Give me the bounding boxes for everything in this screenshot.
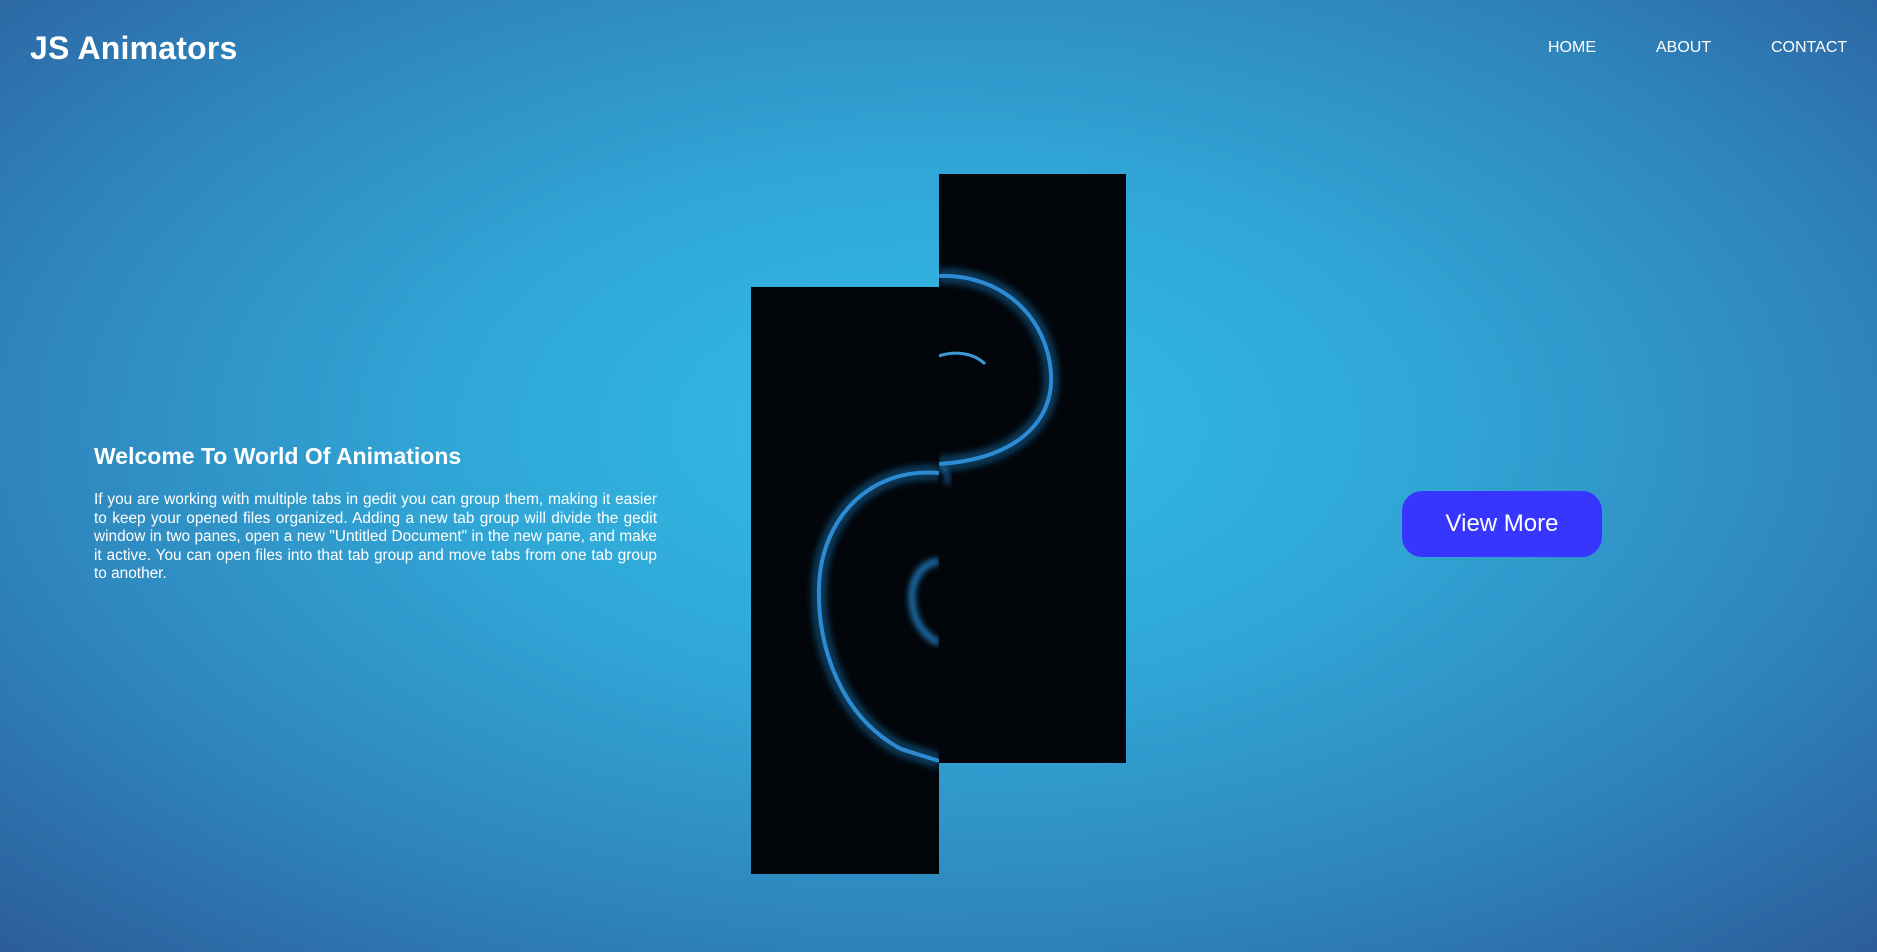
nav-link-home[interactable]: HOME xyxy=(1548,38,1596,58)
main-nav: HOME ABOUT CONTACT xyxy=(0,38,1877,58)
animation-panel-right xyxy=(939,174,1126,763)
hero-title: Welcome To World Of Animations xyxy=(94,443,462,469)
animation-panel-left xyxy=(751,287,939,874)
blue-swirl-graphic-right xyxy=(939,267,1060,485)
blue-swirl-graphic-left xyxy=(810,464,939,769)
hero-description: If you are working with multiple tabs in… xyxy=(94,491,657,583)
view-more-button[interactable]: View More xyxy=(1402,491,1602,557)
nav-link-about[interactable]: ABOUT xyxy=(1656,38,1711,58)
nav-link-contact[interactable]: CONTACT xyxy=(1771,38,1847,58)
